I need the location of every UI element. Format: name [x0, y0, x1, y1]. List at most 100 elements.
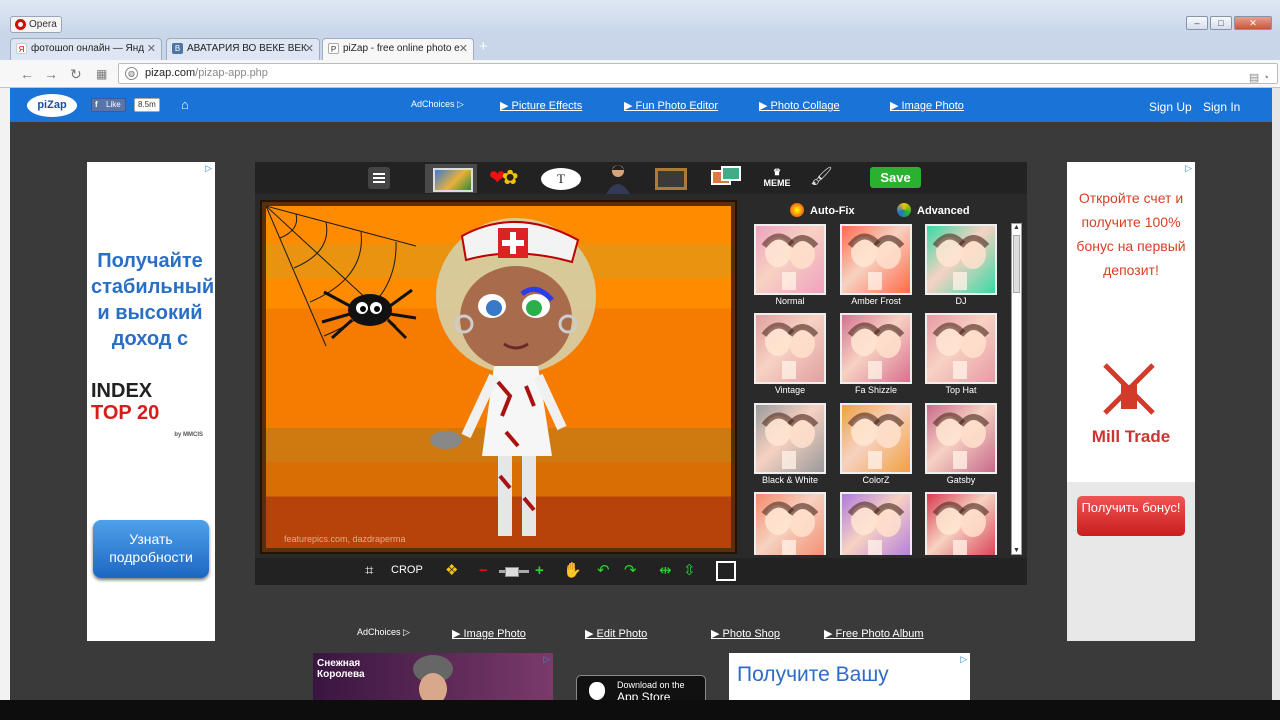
meme-tool-icon[interactable]: ♛ MEME [763, 167, 791, 191]
save-button[interactable]: Save [870, 167, 921, 188]
close-tab-icon[interactable]: ✕ [147, 39, 156, 59]
filter-label: Fa Shizzle [854, 385, 898, 395]
filter-thumb[interactable]: Top Hat [925, 313, 997, 401]
close-tab-icon[interactable]: ✕ [459, 39, 468, 59]
flip-horizontal-icon[interactable]: ⇹ [659, 562, 672, 580]
left-ad-banner[interactable]: ▷ Получайте стабильный и высокий доход с… [87, 162, 215, 641]
scroll-thumb[interactable] [1013, 235, 1020, 293]
close-window-icon[interactable]: ✕ [1234, 16, 1272, 30]
footer-edit-photo[interactable]: ▶ Edit Photo [585, 627, 647, 640]
collage-tool-icon[interactable] [711, 166, 743, 190]
filter-scrollbar[interactable]: ▲ ▼ [1011, 223, 1022, 555]
crop-icon[interactable]: ⌗ [365, 562, 373, 580]
ad-info-icon[interactable]: ▷ [1185, 163, 1192, 174]
sign-in-link[interactable]: Sign In [1203, 100, 1240, 114]
auto-fix-label: Auto-Fix [810, 205, 855, 217]
tab-yandex[interactable]: Я фотошоп онлайн — Янд ✕ [10, 38, 162, 60]
yandex-favicon-icon: Я [16, 43, 27, 54]
bottom-left-ad[interactable]: ▷ Снежная Королева [313, 653, 553, 700]
zoom-out-icon[interactable]: − [479, 562, 488, 580]
ad-info-icon[interactable]: ▷ [960, 654, 967, 665]
app-store-button[interactable]: Download on the App Store [576, 675, 706, 700]
filter-thumb[interactable]: Black & White [754, 403, 826, 491]
speed-dial-icon[interactable]: ▦ [96, 67, 107, 81]
ad-info-icon[interactable]: ▷ [205, 163, 212, 174]
frames-tool-icon[interactable] [655, 168, 687, 190]
rss-grid-icon[interactable]: ▤ ◔ [1249, 69, 1269, 88]
nav-picture-effects[interactable]: ▶ Picture Effects [500, 99, 582, 112]
layers-icon[interactable]: ❖ [445, 562, 458, 580]
nurse-avatar [430, 218, 596, 536]
minimize-icon[interactable]: – [1186, 16, 1208, 30]
filter-thumb[interactable]: Fa Shizzle [840, 313, 912, 401]
opera-menu-label: Opera [29, 19, 57, 30]
pizap-logo[interactable]: piZap [27, 94, 77, 117]
right-ad-banner[interactable]: ▷ Откройте счет и получите 100% бонус на… [1067, 162, 1195, 641]
scroll-down-icon[interactable]: ▼ [1012, 547, 1021, 554]
filter-label: Black & White [761, 475, 819, 485]
left-ad-button[interactable]: Узнать подробности [93, 520, 209, 578]
close-tab-icon[interactable]: ✕ [305, 39, 314, 59]
nav-photo-collage[interactable]: ▶ Photo Collage [759, 99, 840, 112]
nav-image-photo[interactable]: ▶ Image Photo [890, 99, 964, 112]
stickers-tool-icon[interactable]: ❤ [489, 166, 527, 190]
filter-thumb[interactable]: Normal [754, 224, 826, 312]
sign-up-link[interactable]: Sign Up [1149, 100, 1192, 114]
maximize-icon[interactable]: □ [1210, 16, 1232, 30]
right-ad-button[interactable]: Получить бонус! [1077, 496, 1185, 536]
filter-thumb[interactable]: Amber Frost [840, 224, 912, 312]
flip-vertical-icon[interactable]: ⇳ [683, 562, 696, 580]
tab-vk[interactable]: В АВАТАРИЯ ВО ВЕКЕ ВЕК ✕ [166, 38, 320, 60]
crop-button[interactable]: CROP [391, 564, 423, 576]
zoom-slider[interactable] [499, 567, 529, 577]
facebook-like-button[interactable]: Like [91, 98, 126, 112]
logo-tag: by MMCIS [174, 432, 203, 438]
bottom-right-ad[interactable]: ▷ Получите Вашу [729, 653, 970, 700]
fit-screen-icon[interactable] [716, 561, 736, 581]
photo-canvas[interactable]: featurepics.com, dazdraperma [266, 206, 731, 548]
forward-icon[interactable]: → [44, 66, 58, 82]
zoom-in-icon[interactable]: + [535, 562, 544, 580]
nav-fun-photo-editor[interactable]: ▶ Fun Photo Editor [624, 99, 718, 112]
auto-fix-tab[interactable]: Auto-Fix [790, 203, 855, 217]
adchoices-link[interactable]: AdChoices ▷ [411, 99, 464, 110]
reload-icon[interactable]: ↻ [70, 66, 82, 83]
home-icon[interactable]: ⌂ [181, 97, 189, 112]
back-icon[interactable]: ← [20, 66, 34, 82]
rotate-left-icon[interactable]: ↶ [597, 562, 610, 580]
filter-label: Top Hat [945, 385, 977, 395]
opera-menu-button[interactable]: Opera [10, 16, 62, 33]
paint-brush-icon[interactable]: 🖌 [810, 166, 834, 190]
footer-adchoices-label: AdChoices [357, 627, 401, 637]
cutout-tool-icon[interactable] [600, 162, 640, 194]
ad-info-icon[interactable]: ▷ [543, 654, 550, 665]
filter-preview-image [840, 313, 912, 384]
footer-free-photo-album[interactable]: ▶ Free Photo Album [824, 627, 924, 640]
filter-label: Vintage [774, 385, 806, 395]
url-input[interactable]: ◍ pizap.com/pizap-app.php ▤ ◔ [118, 63, 1278, 84]
photos-tool-icon[interactable] [425, 164, 477, 193]
menu-icon[interactable] [368, 167, 390, 189]
filter-thumb[interactable]: DJ [925, 224, 997, 312]
footer-adchoices[interactable]: AdChoices ▷ [357, 627, 410, 638]
filter-thumb[interactable] [840, 492, 912, 555]
page-scrollbar[interactable] [1272, 88, 1280, 700]
filter-thumb[interactable]: Gatsby [925, 403, 997, 491]
pan-hand-icon[interactable]: ✋ [563, 562, 582, 580]
filter-preview-image [925, 492, 997, 555]
bottom-right-ad-text: Получите Вашу [737, 663, 889, 686]
rotate-right-icon[interactable]: ↷ [624, 562, 637, 580]
filter-thumb[interactable]: Vintage [754, 313, 826, 401]
filter-label: Normal [775, 296, 805, 306]
footer-image-photo[interactable]: ▶ Image Photo [452, 627, 526, 640]
advanced-tab[interactable]: Advanced [897, 203, 970, 217]
index-top20-logo: INDEX TOP 20 by MMCIS [91, 380, 209, 446]
filter-thumb[interactable] [925, 492, 997, 555]
filter-thumb[interactable] [754, 492, 826, 555]
filter-thumb[interactable]: ColorZ [840, 403, 912, 491]
text-tool-icon[interactable]: T [541, 168, 581, 190]
scroll-up-icon[interactable]: ▲ [1012, 224, 1021, 231]
tab-pizap[interactable]: P piZap - free online photo e ✕ [322, 38, 474, 60]
footer-photo-shop[interactable]: ▶ Photo Shop [711, 627, 780, 640]
new-tab-icon[interactable]: + [479, 39, 488, 54]
